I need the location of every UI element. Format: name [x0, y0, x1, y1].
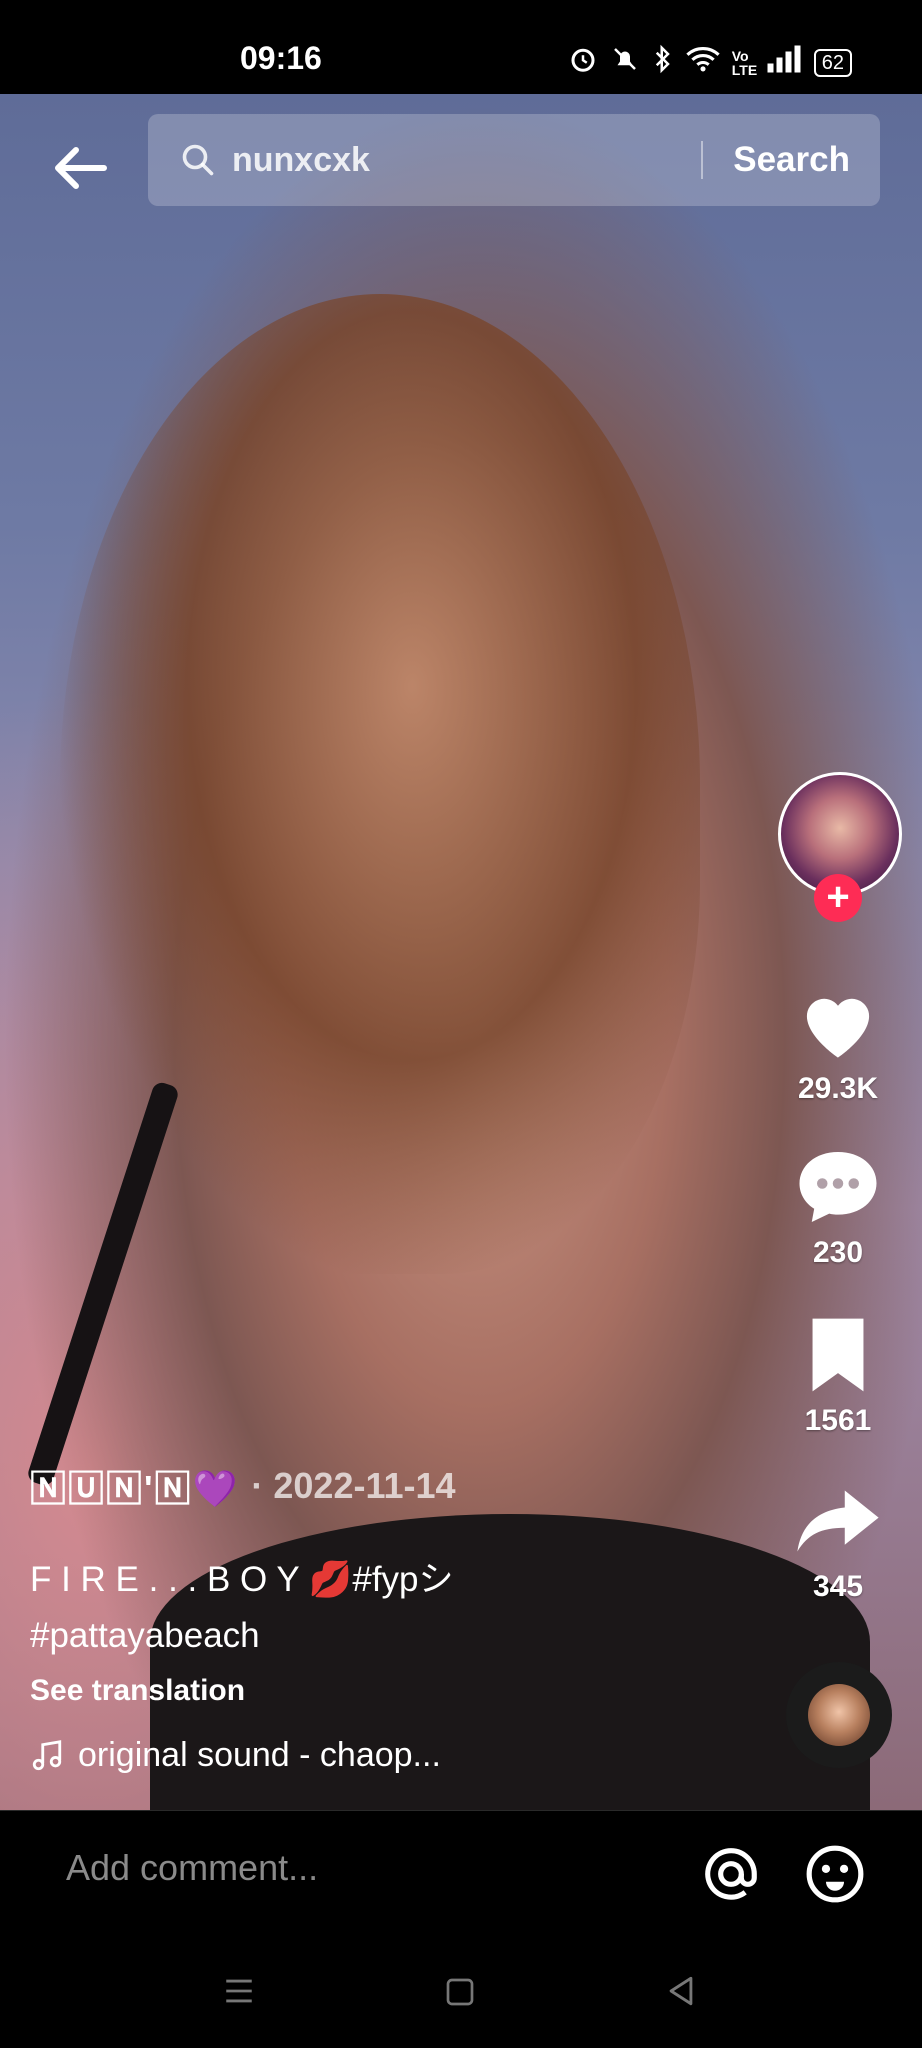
system-back-button[interactable] — [664, 1974, 698, 2013]
status-bar: 09:16 Vo LTE 62 — [0, 0, 922, 94]
search-bar[interactable]: nunxcxk Search — [148, 114, 880, 206]
comment-button[interactable]: 230 — [768, 1142, 908, 1270]
system-nav-bar — [0, 1934, 922, 2048]
status-icons: Vo LTE 62 — [568, 44, 852, 81]
home-square-icon — [446, 1978, 474, 2006]
description-line-1[interactable]: F I R E . . . B O Y 💋#fypシ — [30, 1552, 750, 1608]
comment-bubble-icon — [768, 1142, 908, 1232]
search-icon — [178, 140, 218, 180]
comment-input[interactable]: Add comment... — [66, 1847, 318, 1889]
username[interactable]: 🄽🅄🄽'🄽💜 — [30, 1460, 239, 1512]
back-arrow-icon — [55, 147, 107, 189]
mention-button[interactable] — [700, 1843, 762, 1905]
back-button[interactable] — [42, 130, 118, 206]
share-count: 345 — [812, 1570, 864, 1603]
home-button[interactable] — [444, 1976, 476, 2013]
post-description: F I R E . . . B O Y 💋#fypシ #pattayabeach — [30, 1552, 750, 1664]
recent-apps-button[interactable] — [222, 1974, 256, 2013]
comment-bar: Add comment... — [0, 1810, 922, 1935]
share-arrow-icon — [768, 1476, 908, 1566]
music-note-icon — [30, 1739, 64, 1773]
at-sign-icon — [705, 1848, 757, 1900]
signal-icon — [766, 44, 802, 81]
see-translation-link[interactable]: See translation — [30, 1674, 750, 1708]
music-disc[interactable] — [786, 1662, 892, 1768]
creator-avatar[interactable]: + — [778, 772, 902, 922]
bookmark-icon — [768, 1310, 908, 1400]
post-date: · 2022-11-14 — [251, 1465, 456, 1506]
follow-plus-button[interactable]: + — [814, 874, 862, 922]
volte-label: Vo LTE — [731, 47, 758, 78]
back-triangle-icon — [669, 1976, 693, 2006]
emoji-face-icon — [806, 1845, 864, 1903]
post-caption: 🄽🅄🄽'🄽💜 · 2022-11-14 F I R E . . . B O Y … — [30, 1460, 750, 1775]
heart-icon — [768, 978, 908, 1068]
mute-bell-icon — [610, 44, 640, 81]
status-time: 09:16 — [240, 40, 322, 76]
author-line: 🄽🅄🄽'🄽💜 · 2022-11-14 — [30, 1460, 750, 1512]
wifi-icon — [686, 44, 720, 81]
sound-name[interactable]: original sound - chaop... — [78, 1736, 441, 1775]
save-button[interactable]: 1561 — [768, 1310, 908, 1438]
alarm-icon — [568, 44, 598, 81]
menu-lines-icon — [226, 1979, 252, 2003]
search-button[interactable]: Search — [703, 140, 880, 180]
video-subject-strap — [25, 1080, 181, 1488]
search-input[interactable]: nunxcxk — [232, 141, 701, 180]
like-count: 29.3K — [797, 1072, 879, 1105]
sound-link[interactable]: original sound - chaop... — [30, 1736, 750, 1775]
emoji-button[interactable] — [804, 1843, 866, 1905]
comment-count: 230 — [812, 1236, 864, 1269]
description-line-2[interactable]: #pattayabeach — [30, 1608, 750, 1664]
save-count: 1561 — [804, 1404, 872, 1437]
bluetooth-icon — [652, 44, 674, 81]
share-button[interactable]: 345 — [768, 1476, 908, 1604]
music-disc-cover — [808, 1684, 870, 1746]
battery-indicator: 62 — [813, 48, 852, 77]
like-button[interactable]: 29.3K — [768, 978, 908, 1106]
